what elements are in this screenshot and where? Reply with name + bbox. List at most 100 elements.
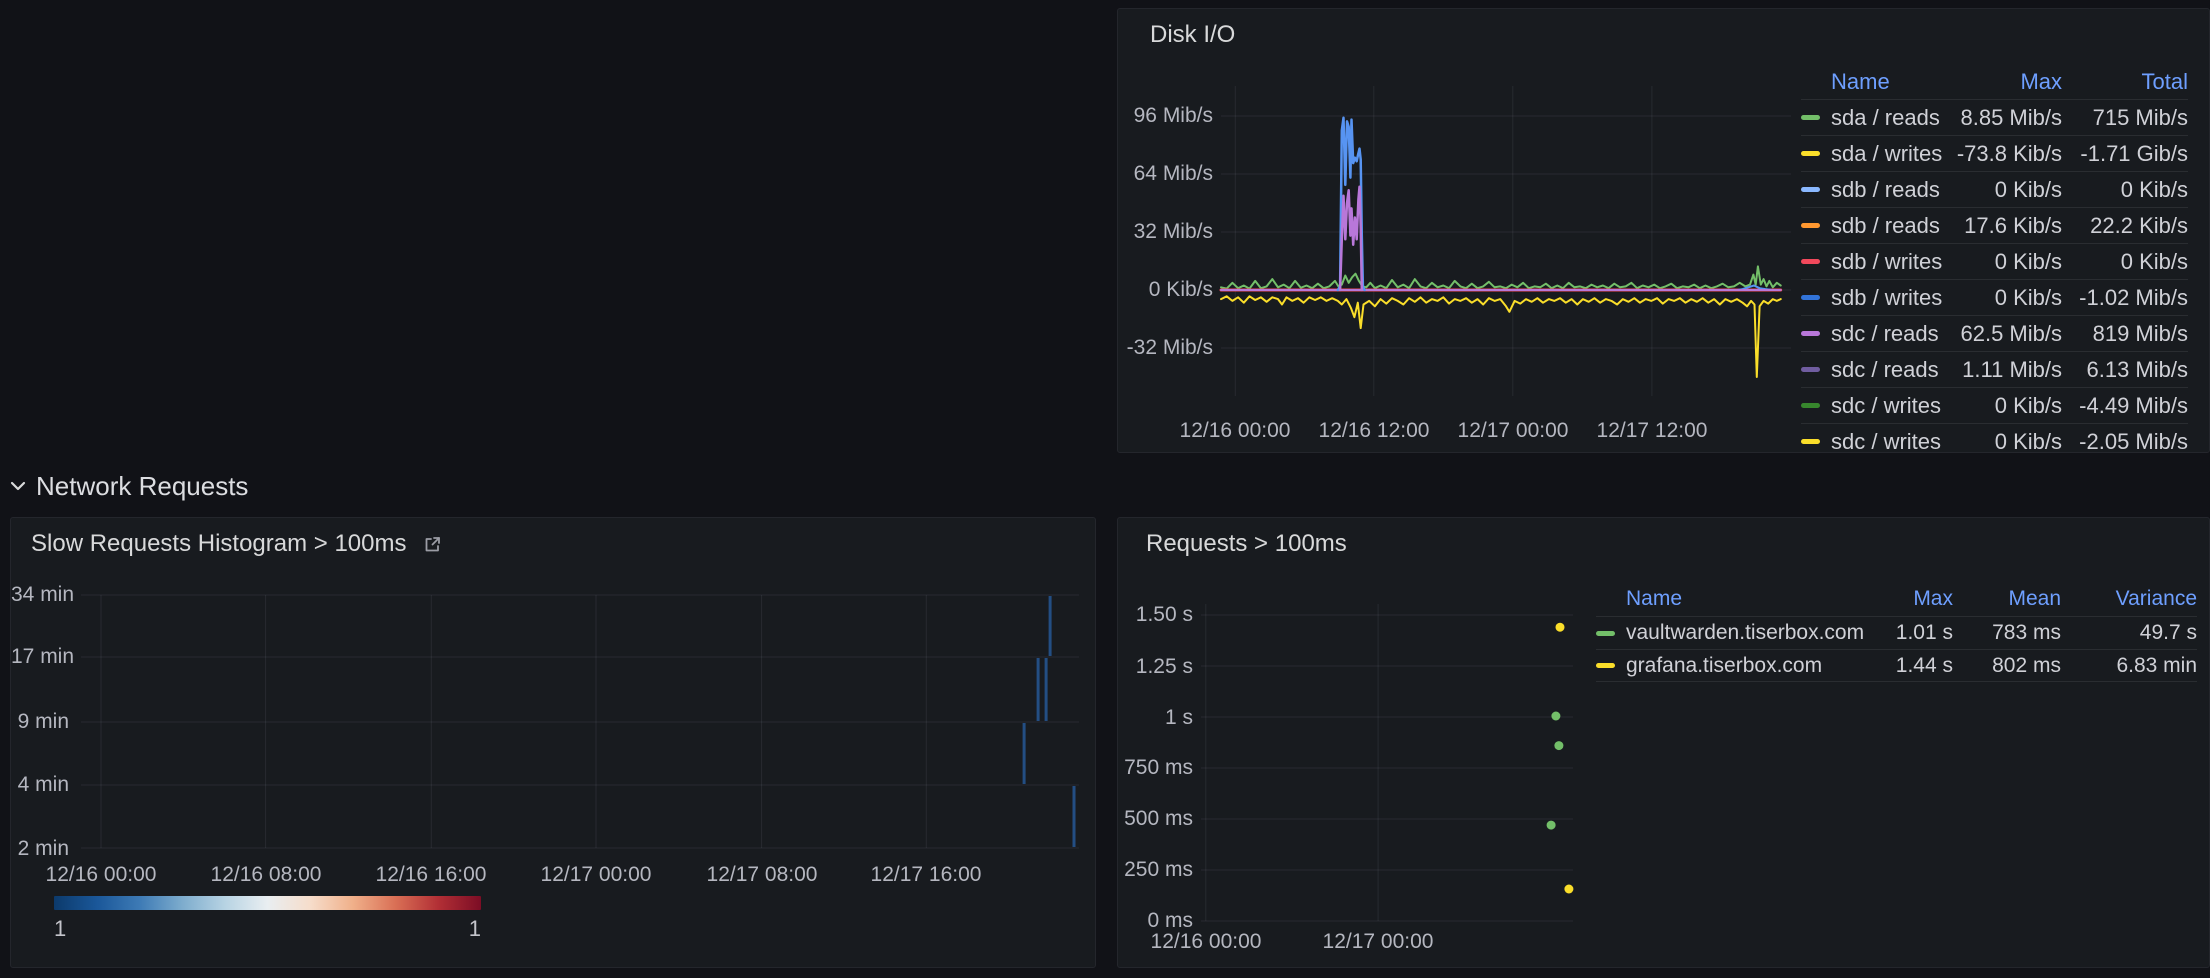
series-name[interactable]: sdb / writes bbox=[1831, 249, 1952, 275]
section-network-requests[interactable]: Network Requests bbox=[10, 468, 248, 504]
series-total: 715 Mib/s bbox=[2062, 105, 2188, 131]
legend-header-name[interactable]: Name bbox=[1626, 587, 1863, 611]
hist-x-tick: 12/17 16:00 bbox=[846, 863, 1006, 887]
legend-header-total[interactable]: Total bbox=[2062, 69, 2188, 95]
hist-y-tick: 9 min bbox=[11, 710, 69, 734]
series-total: -1.71 Gib/s bbox=[2062, 141, 2188, 167]
series-name[interactable]: sdb / reads bbox=[1831, 213, 1952, 239]
series-name[interactable]: sdb / reads bbox=[1831, 177, 1952, 203]
series-variance: 6.83 min bbox=[2061, 654, 2197, 678]
hist-x-tick: 12/16 08:00 bbox=[186, 863, 346, 887]
disk-y-tick: 0 Kib/s bbox=[1118, 278, 1213, 302]
series-total: 22.2 Kib/s bbox=[2062, 213, 2188, 239]
req-y-tick: 1 s bbox=[1118, 706, 1193, 730]
hist-x-tick: 12/17 08:00 bbox=[682, 863, 842, 887]
req-x-tick: 12/16 00:00 bbox=[1131, 930, 1281, 954]
table-row: sdb / writes 0 Kib/s 0 Kib/s bbox=[1801, 243, 2188, 279]
series-color-swatch bbox=[1801, 403, 1831, 408]
series-mean: 802 ms bbox=[1953, 654, 2061, 678]
heatmap-scale-max: 1 bbox=[449, 916, 481, 942]
panel-requests-over-100ms: Requests > 100ms 1.50 s 1.25 s 1 s 750 m… bbox=[1117, 517, 2210, 968]
series-name[interactable]: sda / writes bbox=[1831, 141, 1952, 167]
series-total: -4.49 Mib/s bbox=[2062, 393, 2188, 419]
disk-x-tick: 12/17 00:00 bbox=[1438, 419, 1588, 443]
disk-y-tick: 96 Mib/s bbox=[1118, 104, 1213, 128]
disk-io-chart[interactable] bbox=[1221, 86, 1791, 411]
section-title[interactable]: Network Requests bbox=[36, 471, 248, 502]
hist-y-tick: 17 min bbox=[11, 645, 69, 669]
req-y-tick: 1.50 s bbox=[1118, 603, 1193, 627]
series-max: 62.5 Mib/s bbox=[1952, 321, 2062, 347]
series-max: 0 Kib/s bbox=[1952, 393, 2062, 419]
hist-y-tick: 4 min bbox=[11, 773, 69, 797]
chevron-down-icon[interactable] bbox=[10, 481, 26, 491]
series-max: 0 Kib/s bbox=[1952, 429, 2062, 454]
series-max: 17.6 Kib/s bbox=[1952, 213, 2062, 239]
series-color-swatch bbox=[1801, 223, 1831, 228]
series-variance: 49.7 s bbox=[2061, 621, 2197, 645]
series-mean: 783 ms bbox=[1953, 621, 2061, 645]
table-row: sdc / reads 62.5 Mib/s 819 Mib/s bbox=[1801, 315, 2188, 351]
disk-io-legend-table: Name Max Total sda / reads 8.85 Mib/s 71… bbox=[1801, 65, 2188, 453]
disk-y-tick: 32 Mib/s bbox=[1118, 220, 1213, 244]
series-total: 6.13 Mib/s bbox=[2062, 357, 2188, 383]
legend-header-variance[interactable]: Variance bbox=[2061, 587, 2197, 611]
slow-requests-heatmap-chart[interactable] bbox=[81, 586, 1079, 856]
series-color-swatch bbox=[1801, 187, 1831, 192]
panel-slow-requests-histogram: Slow Requests Histogram > 100ms 34 min 1… bbox=[10, 517, 1096, 968]
series-name[interactable]: sdc / writes bbox=[1831, 393, 1952, 419]
disk-y-tick: -32 Mib/s bbox=[1118, 336, 1213, 360]
grafana-dashboard: { "colors": { "page_bg": "#111217", "pan… bbox=[0, 0, 2210, 978]
panel-title-slow-requests-histogram[interactable]: Slow Requests Histogram > 100ms bbox=[31, 530, 407, 558]
series-color-swatch bbox=[1801, 439, 1831, 444]
series-max: -73.8 Kib/s bbox=[1952, 141, 2062, 167]
legend-header-max[interactable]: Max bbox=[1863, 587, 1953, 611]
external-link-icon[interactable] bbox=[423, 535, 442, 554]
series-max: 0 Kib/s bbox=[1952, 249, 2062, 275]
table-row: sda / writes -73.8 Kib/s -1.71 Gib/s bbox=[1801, 135, 2188, 171]
series-max: 0 Kib/s bbox=[1952, 177, 2062, 203]
hist-y-tick: 34 min bbox=[11, 583, 69, 607]
disk-y-tick: 64 Mib/s bbox=[1118, 162, 1213, 186]
panel-title-disk-io[interactable]: Disk I/O bbox=[1150, 21, 1235, 49]
legend-header-mean[interactable]: Mean bbox=[1953, 587, 2061, 611]
heatmap-color-scale bbox=[54, 896, 481, 910]
hist-x-tick: 12/16 00:00 bbox=[21, 863, 181, 887]
series-name[interactable]: sda / reads bbox=[1831, 105, 1952, 131]
hist-x-tick: 12/16 16:00 bbox=[351, 863, 511, 887]
req-y-tick: 500 ms bbox=[1118, 807, 1193, 831]
table-row: sda / reads 8.85 Mib/s 715 Mib/s bbox=[1801, 99, 2188, 135]
series-max: 0 Kib/s bbox=[1952, 285, 2062, 311]
series-name[interactable]: sdb / writes bbox=[1831, 285, 1952, 311]
series-max: 1.11 Mib/s bbox=[1952, 357, 2062, 383]
series-name[interactable]: grafana.tiserbox.com bbox=[1626, 654, 1863, 678]
series-color-swatch bbox=[1801, 295, 1831, 300]
series-name[interactable]: vaultwarden.tiserbox.com bbox=[1626, 621, 1863, 645]
req-x-tick: 12/17 00:00 bbox=[1303, 930, 1453, 954]
series-color-swatch bbox=[1596, 631, 1626, 636]
series-color-swatch bbox=[1801, 367, 1831, 372]
table-row: sdc / writes 0 Kib/s -4.49 Mib/s bbox=[1801, 387, 2188, 423]
series-color-swatch bbox=[1596, 663, 1626, 668]
series-color-swatch bbox=[1801, 259, 1831, 264]
series-name[interactable]: sdc / reads bbox=[1831, 321, 1952, 347]
series-name[interactable]: sdc / reads bbox=[1831, 357, 1952, 383]
table-row: vaultwarden.tiserbox.com 1.01 s 783 ms 4… bbox=[1596, 616, 2197, 649]
table-row: grafana.tiserbox.com 1.44 s 802 ms 6.83 … bbox=[1596, 649, 2197, 682]
table-row: sdc / reads 1.11 Mib/s 6.13 Mib/s bbox=[1801, 351, 2188, 387]
series-total: 0 Kib/s bbox=[2062, 177, 2188, 203]
disk-x-tick: 12/16 12:00 bbox=[1299, 419, 1449, 443]
series-max: 8.85 Mib/s bbox=[1952, 105, 2062, 131]
heatmap-scale-min: 1 bbox=[54, 916, 66, 942]
panel-title-requests-over-100ms[interactable]: Requests > 100ms bbox=[1146, 530, 1347, 558]
hist-x-tick: 12/17 00:00 bbox=[516, 863, 676, 887]
series-name[interactable]: sdc / writes bbox=[1831, 429, 1952, 454]
requests-scatter-chart[interactable] bbox=[1201, 596, 1573, 926]
legend-header-max[interactable]: Max bbox=[1952, 69, 2062, 95]
series-total: 819 Mib/s bbox=[2062, 321, 2188, 347]
table-row: sdb / reads 0 Kib/s 0 Kib/s bbox=[1801, 171, 2188, 207]
hist-y-tick: 2 min bbox=[11, 837, 69, 861]
table-row: sdb / writes 0 Kib/s -1.02 Mib/s bbox=[1801, 279, 2188, 315]
legend-header-name[interactable]: Name bbox=[1831, 69, 1952, 95]
req-y-tick: 250 ms bbox=[1118, 858, 1193, 882]
